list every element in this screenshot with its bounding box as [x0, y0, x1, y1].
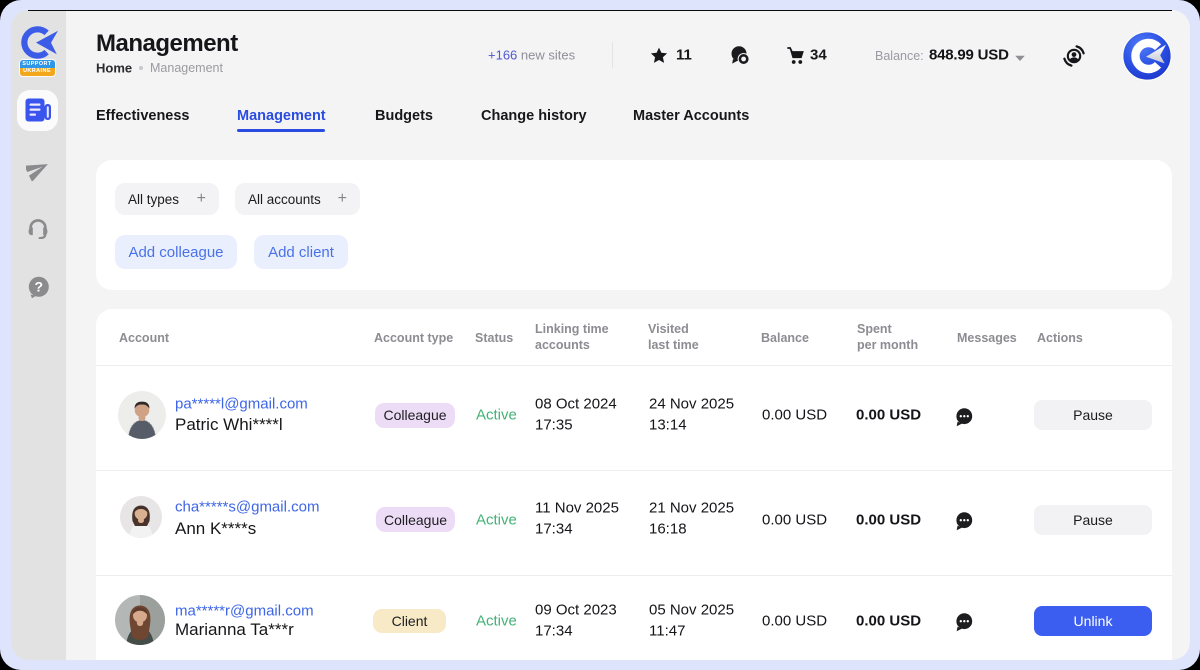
- svg-text:?: ?: [35, 278, 44, 294]
